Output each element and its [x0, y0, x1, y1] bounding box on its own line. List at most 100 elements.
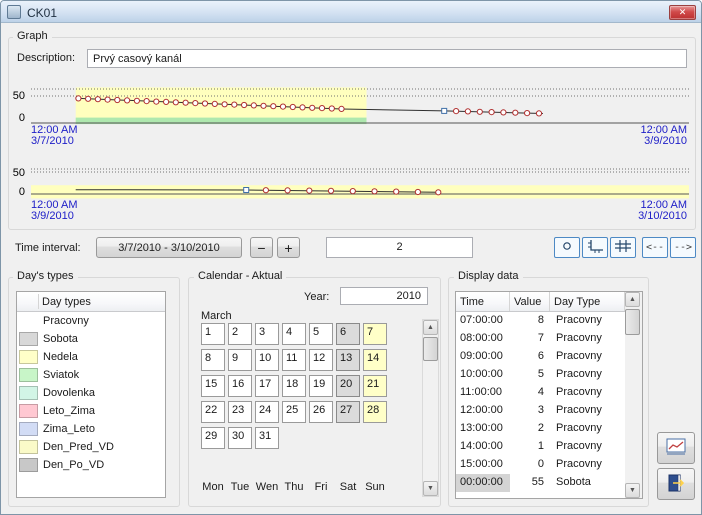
- calendar-day-21[interactable]: 21: [363, 375, 387, 397]
- display-data-group-label: Display data: [454, 270, 523, 282]
- calendar-day-30[interactable]: 30: [228, 427, 252, 449]
- day-type-row[interactable]: Pracovny: [17, 312, 165, 330]
- interval-value-field[interactable]: 2: [326, 237, 473, 258]
- day-type-row[interactable]: Dovolenka: [17, 384, 165, 402]
- day-type-cell: Pracovny: [550, 384, 625, 402]
- scrollbar-thumb[interactable]: [625, 309, 640, 335]
- day-type-name: Dovolenka: [43, 387, 95, 399]
- value-cell: 7: [510, 330, 550, 348]
- grid-mode-button[interactable]: [610, 237, 636, 258]
- column-header-time[interactable]: Time: [456, 292, 510, 311]
- time-cell: 14:00:00: [456, 438, 510, 456]
- scroll-forward-button[interactable]: -->: [670, 237, 696, 258]
- calendar-day-19[interactable]: 19: [309, 375, 333, 397]
- chart2-x-end-label: 12:00 AM 3/10/2010: [638, 200, 687, 222]
- value-cell: 5: [510, 366, 550, 384]
- table-row[interactable]: 09:00:006Pracovny: [456, 348, 625, 366]
- date-range-button[interactable]: 3/7/2010 - 3/10/2010: [96, 237, 242, 258]
- day-type-name: Zima_Leto: [43, 423, 95, 435]
- day-type-row[interactable]: Den_Po_VD: [17, 456, 165, 474]
- calendar-day-2[interactable]: 2: [228, 323, 252, 345]
- scroll-down-icon[interactable]: ▼: [625, 483, 640, 498]
- axes-mode-button[interactable]: [582, 237, 608, 258]
- calendar-day-29[interactable]: 29: [201, 427, 225, 449]
- points-mode-icon: [555, 237, 579, 258]
- y-tick-50-2: 50: [9, 167, 25, 179]
- calendar-day-13[interactable]: 13: [336, 349, 360, 371]
- calendar-weekday-row: MonTueWenThuFriSatSun: [201, 481, 387, 493]
- calendar-day-28[interactable]: 28: [363, 401, 387, 423]
- calendar-scrollbar[interactable]: ▲ ▼: [422, 319, 439, 497]
- calendar-day-26[interactable]: 26: [309, 401, 333, 423]
- day-type-row[interactable]: Sviatok: [17, 366, 165, 384]
- table-row[interactable]: 11:00:004Pracovny: [456, 384, 625, 402]
- calendar-day-16[interactable]: 16: [228, 375, 252, 397]
- close-button[interactable]: ✕: [669, 5, 696, 20]
- calendar-day-12[interactable]: 12: [309, 349, 333, 371]
- table-row[interactable]: 10:00:005Pracovny: [456, 366, 625, 384]
- day-types-header[interactable]: Day types: [17, 292, 165, 312]
- calendar-day-14[interactable]: 14: [363, 349, 387, 371]
- column-header-value[interactable]: Value: [510, 292, 550, 311]
- points-mode-button[interactable]: [554, 237, 580, 258]
- day-type-row[interactable]: Den_Pred_VD: [17, 438, 165, 456]
- day-type-row[interactable]: Leto_Zima: [17, 402, 165, 420]
- calendar-day-3[interactable]: 3: [255, 323, 279, 345]
- zoom-out-button[interactable]: −: [250, 237, 273, 258]
- title-bar[interactable]: CK01 ✕: [1, 1, 701, 23]
- day-type-color-swatch: [19, 440, 38, 454]
- scroll-up-icon[interactable]: ▲: [625, 292, 640, 307]
- app-icon: [7, 5, 21, 19]
- calendar-day-31[interactable]: 31: [255, 427, 279, 449]
- column-header-day-type[interactable]: Day Type: [550, 292, 625, 311]
- weekday-label: Thu: [282, 481, 306, 493]
- value-cell: 55: [510, 474, 550, 492]
- calendar-day-18[interactable]: 18: [282, 375, 306, 397]
- day-type-name: Den_Po_VD: [43, 459, 104, 471]
- scrollbar-thumb[interactable]: [423, 337, 438, 361]
- day-type-row[interactable]: Sobota: [17, 330, 165, 348]
- calendar-day-11[interactable]: 11: [282, 349, 306, 371]
- description-label: Description:: [17, 52, 75, 64]
- day-type-row[interactable]: Zima_Leto: [17, 420, 165, 438]
- day-type-cell: Pracovny: [550, 402, 625, 420]
- calendar-day-15[interactable]: 15: [201, 375, 225, 397]
- exit-button[interactable]: [657, 468, 695, 500]
- calendar-day-4[interactable]: 4: [282, 323, 306, 345]
- calendar-day-23[interactable]: 23: [228, 401, 252, 423]
- scroll-back-button[interactable]: <--: [642, 237, 668, 258]
- calendar-day-20[interactable]: 20: [336, 375, 360, 397]
- value-cell: 4: [510, 384, 550, 402]
- table-row[interactable]: 00:00:0055Sobota: [456, 474, 625, 492]
- time-cell: 13:00:00: [456, 420, 510, 438]
- value-cell: 1: [510, 438, 550, 456]
- calendar-day-22[interactable]: 22: [201, 401, 225, 423]
- calendar-day-25[interactable]: 25: [282, 401, 306, 423]
- table-row[interactable]: 08:00:007Pracovny: [456, 330, 625, 348]
- calendar-day-9[interactable]: 9: [228, 349, 252, 371]
- year-field[interactable]: 2010: [340, 287, 428, 305]
- calendar-day-1[interactable]: 1: [201, 323, 225, 345]
- scroll-down-icon[interactable]: ▼: [423, 481, 438, 496]
- table-scrollbar[interactable]: ▲ ▼: [625, 292, 642, 498]
- calendar-day-5[interactable]: 5: [309, 323, 333, 345]
- table-row[interactable]: 13:00:002Pracovny: [456, 420, 625, 438]
- zoom-in-button[interactable]: +: [277, 237, 300, 258]
- calendar-day-6[interactable]: 6: [336, 323, 360, 345]
- day-type-row[interactable]: Nedela: [17, 348, 165, 366]
- calendar-day-8[interactable]: 8: [201, 349, 225, 371]
- day-type-color-swatch: [19, 458, 38, 472]
- table-row[interactable]: 14:00:001Pracovny: [456, 438, 625, 456]
- calendar-day-10[interactable]: 10: [255, 349, 279, 371]
- calendar-day-24[interactable]: 24: [255, 401, 279, 423]
- table-row[interactable]: 07:00:008Pracovny: [456, 312, 625, 330]
- calendar-day-7[interactable]: 7: [363, 323, 387, 345]
- table-row[interactable]: 15:00:000Pracovny: [456, 456, 625, 474]
- scroll-up-icon[interactable]: ▲: [423, 320, 438, 335]
- description-field[interactable]: Prvý casový kanál: [87, 49, 687, 68]
- day-type-cell: Pracovny: [550, 438, 625, 456]
- table-row[interactable]: 12:00:003Pracovny: [456, 402, 625, 420]
- calendar-day-27[interactable]: 27: [336, 401, 360, 423]
- chart-button[interactable]: [657, 432, 695, 464]
- calendar-day-17[interactable]: 17: [255, 375, 279, 397]
